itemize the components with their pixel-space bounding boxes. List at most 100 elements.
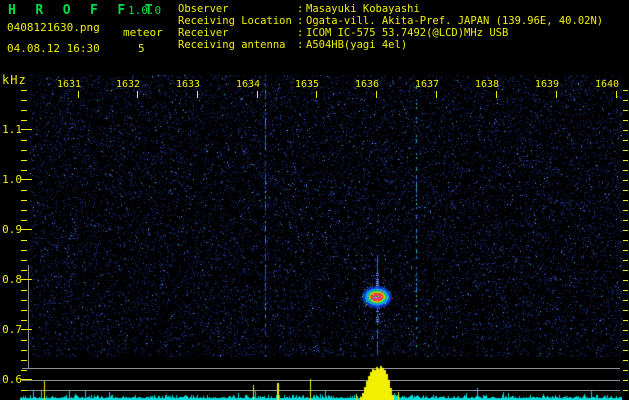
- info-label: Observer: [178, 3, 229, 15]
- freq-tick-label: 0.6: [2, 373, 22, 386]
- right-tick: [623, 210, 628, 211]
- right-tick: [623, 390, 628, 391]
- right-tick: [623, 120, 628, 121]
- right-tick: [623, 380, 628, 381]
- station-row: Receiving antenna: A504HB(yagi 4el): [178, 39, 603, 51]
- time-tick: [257, 91, 258, 98]
- right-tick: [623, 90, 628, 91]
- freq-tick-label: 1.0: [2, 173, 22, 186]
- right-tick: [623, 280, 628, 281]
- time-tick-label: 1636: [354, 79, 380, 90]
- right-tick: [623, 320, 628, 321]
- freq-minor-tick: [21, 200, 27, 201]
- right-tick: [623, 290, 628, 291]
- freq-major-tick: [21, 379, 32, 380]
- station-row: Receiver: ICOM IC-575 53.7492(@LCD)MHz US…: [178, 27, 603, 39]
- right-tick: [623, 200, 628, 201]
- right-tick: [623, 340, 628, 341]
- right-tick: [623, 240, 628, 241]
- time-tick-label: 1634: [235, 79, 261, 90]
- freq-major-tick: [21, 229, 32, 230]
- time-tick-label: 1640: [594, 79, 620, 90]
- right-tick: [623, 330, 628, 331]
- spectrogram-canvas: [30, 75, 622, 357]
- time-tick-label: 1637: [414, 79, 440, 90]
- freq-minor-tick: [21, 190, 27, 191]
- right-tick: [623, 310, 628, 311]
- right-tick: [623, 130, 628, 131]
- info-label: Receiving Location: [178, 15, 292, 27]
- freq-minor-tick: [21, 120, 27, 121]
- freq-minor-tick: [21, 160, 27, 161]
- mode-label: meteor: [123, 26, 163, 39]
- freq-major-tick: [21, 179, 32, 180]
- freq-minor-tick: [21, 310, 27, 311]
- station-row: Observer: Masayuki Kobayashi: [178, 3, 603, 15]
- right-tick: [623, 370, 628, 371]
- freq-minor-tick: [21, 340, 27, 341]
- freq-minor-tick: [21, 260, 27, 261]
- right-tick: [623, 230, 628, 231]
- datetime-label: 04.08.12 16:30: [7, 42, 100, 55]
- time-tick: [496, 91, 497, 98]
- info-value: A504HB(yagi 4el): [306, 39, 408, 51]
- freq-minor-tick: [21, 110, 27, 111]
- freq-major-tick: [21, 279, 32, 280]
- time-tick: [197, 91, 198, 98]
- app-version: 1.0.0: [128, 4, 162, 17]
- freq-minor-tick: [21, 90, 27, 91]
- freq-minor-tick: [21, 150, 27, 151]
- time-tick-label: 1633: [175, 79, 201, 90]
- freq-minor-tick: [21, 290, 27, 291]
- freq-minor-tick: [21, 370, 27, 371]
- time-tick: [436, 91, 437, 98]
- freq-tick-label: 0.7: [2, 323, 22, 336]
- right-tick: [623, 270, 628, 271]
- freq-minor-tick: [21, 250, 27, 251]
- time-tick: [137, 91, 138, 98]
- info-colon: :: [297, 15, 304, 27]
- freq-tick-label: 1.1: [2, 123, 22, 136]
- freq-minor-tick: [21, 390, 27, 391]
- time-tick-label: 1638: [474, 79, 500, 90]
- time-tick: [316, 91, 317, 98]
- freq-minor-tick: [21, 220, 27, 221]
- station-row: Receiving Location: Ogata-vill. Akita-Pre…: [178, 15, 603, 27]
- time-tick: [616, 91, 617, 98]
- freq-minor-tick: [21, 170, 27, 171]
- station-info: Observer: Masayuki Kobayashi Receiving Loc…: [178, 3, 603, 51]
- freq-major-tick: [21, 129, 32, 130]
- level-axis-line: [28, 265, 29, 368]
- info-value: Masayuki Kobayashi: [306, 3, 420, 15]
- info-value: Ogata-vill. Akita-Pref. JAPAN (139.96E, …: [306, 15, 604, 27]
- right-tick: [623, 260, 628, 261]
- freq-tick-label: 0.9: [2, 223, 22, 236]
- freq-minor-tick: [21, 210, 27, 211]
- time-tick-label: 1631: [56, 79, 82, 90]
- khz-unit-label: kHz: [2, 73, 27, 87]
- freq-tick-label: 0.8: [2, 273, 22, 286]
- freq-minor-tick: [21, 350, 27, 351]
- info-label: Receiving antenna: [178, 39, 286, 51]
- right-tick: [623, 110, 628, 111]
- echo-count: 5: [138, 42, 145, 55]
- info-colon: :: [297, 3, 304, 15]
- right-tick: [623, 360, 628, 361]
- right-tick: [623, 170, 628, 171]
- freq-major-tick: [21, 329, 32, 330]
- freq-minor-tick: [21, 100, 27, 101]
- time-tick: [78, 91, 79, 98]
- info-label: Receiver: [178, 27, 229, 39]
- right-tick: [623, 190, 628, 191]
- freq-minor-tick: [21, 360, 27, 361]
- freq-minor-tick: [21, 270, 27, 271]
- time-tick-label: 1635: [294, 79, 320, 90]
- right-tick: [623, 250, 628, 251]
- right-tick: [623, 150, 628, 151]
- right-tick: [623, 140, 628, 141]
- right-tick: [623, 220, 628, 221]
- right-tick: [623, 160, 628, 161]
- output-filename: 0408121630.png: [7, 21, 100, 34]
- info-colon: :: [297, 39, 304, 51]
- time-tick-label: 1632: [115, 79, 141, 90]
